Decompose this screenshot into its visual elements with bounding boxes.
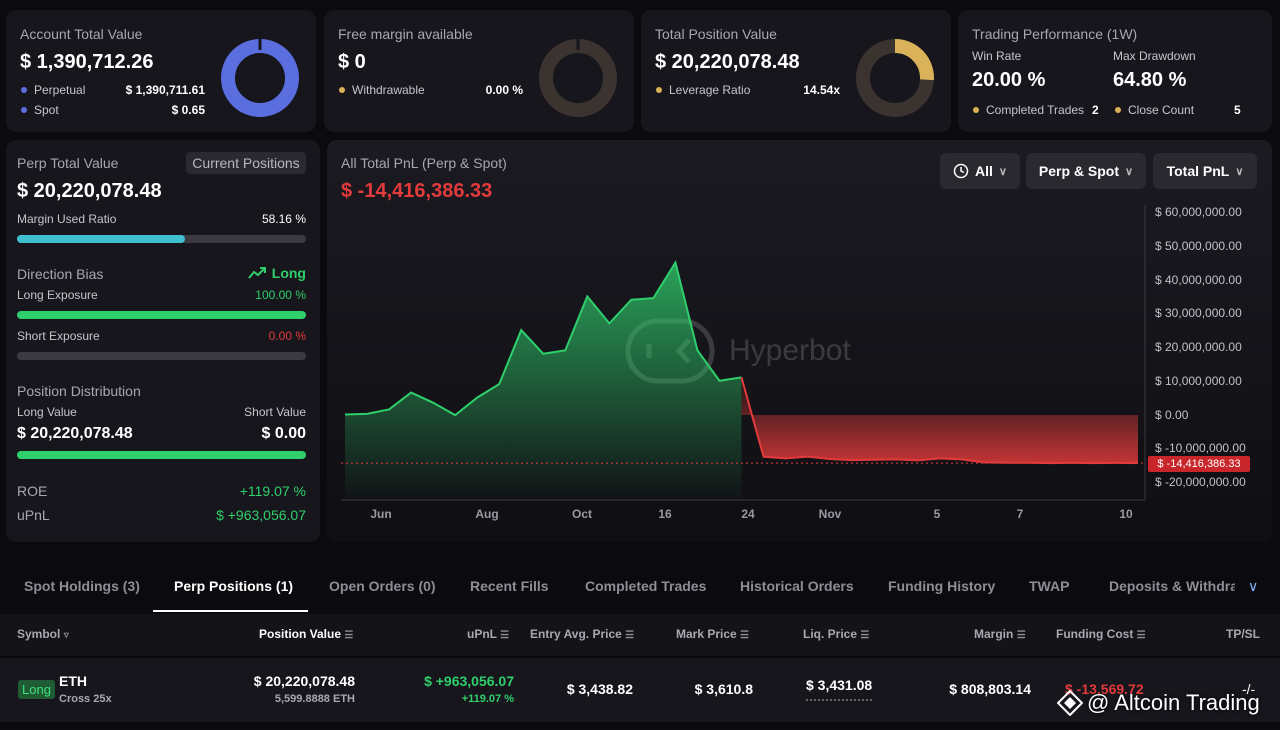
- current-value-tag: $ -14,416,386.33: [1148, 456, 1250, 472]
- x-tick-label: 5: [933, 507, 941, 521]
- header-entry-price[interactable]: Entry Avg. Price ☰: [530, 627, 634, 641]
- sort-icon: ☰: [625, 630, 635, 641]
- header-funding-cost[interactable]: Funding Cost ☰: [1056, 627, 1146, 641]
- x-tick-label: Nov: [818, 507, 842, 521]
- sort-icon: ☰: [1016, 630, 1026, 641]
- y-tick-label: $ 60,000,000.00: [1155, 205, 1242, 219]
- y-tick-label: $ 0.00: [1155, 407, 1189, 422]
- row-liq-price: $ 3,431.08: [806, 677, 873, 701]
- altcoin-watermark-text: @ Altcoin Trading: [1087, 690, 1260, 715]
- header-funding-label: Funding Cost: [1056, 627, 1134, 641]
- sort-icon: ☰: [740, 630, 750, 641]
- y-tick-label: $ -20,000,000.00: [1155, 475, 1246, 489]
- header-symbol-label: Symbol: [17, 627, 61, 641]
- tab-deposits-withdraw[interactable]: Deposits & Withdraw: [1109, 578, 1235, 594]
- diamond-logo-icon: [1057, 690, 1083, 716]
- tab-twap[interactable]: TWAP: [1029, 578, 1069, 594]
- header-upnl-label: uPnL: [467, 627, 497, 641]
- row-symbol[interactable]: ETH: [59, 673, 87, 689]
- header-position-value-label: Position Value: [259, 627, 342, 641]
- header-margin-label: Margin: [974, 627, 1014, 641]
- sort-icon: ☰: [860, 630, 870, 641]
- row-upnl-pct: +119.07 %: [461, 693, 514, 705]
- x-tick-label: 16: [658, 507, 672, 521]
- header-liq-price[interactable]: Liq. Price ☰: [803, 627, 869, 641]
- header-position-value[interactable]: Position Value ☰: [259, 627, 353, 641]
- side-badge: Long: [18, 680, 55, 699]
- y-tick-label: $ -10,000,000.00: [1155, 441, 1246, 456]
- y-tick-label: $ 20,000,000.00: [1155, 340, 1242, 354]
- filter-icon: ▿: [63, 630, 69, 641]
- tab-funding-history[interactable]: Funding History: [888, 578, 995, 594]
- row-mark-price: $ 3,610.8: [694, 681, 753, 697]
- sort-icon: ☰: [344, 630, 354, 641]
- header-liq-label: Liq. Price: [803, 627, 858, 641]
- header-entry-label: Entry Avg. Price: [530, 627, 622, 641]
- tab-recent-fills[interactable]: Recent Fills: [470, 578, 549, 594]
- sort-icon: ☰: [1136, 630, 1146, 641]
- header-upnl[interactable]: uPnL ☰: [467, 627, 509, 641]
- y-tick-label: $ 50,000,000.00: [1155, 238, 1242, 253]
- tab-open-orders[interactable]: Open Orders (0): [329, 578, 436, 594]
- x-tick-label: 10: [1119, 507, 1133, 521]
- header-symbol[interactable]: Symbol ▿: [17, 627, 69, 641]
- tab-spot-holdings[interactable]: Spot Holdings (3): [24, 578, 140, 594]
- row-mode: Cross 25x: [59, 693, 112, 705]
- y-tick-label: $ 40,000,000.00: [1155, 272, 1242, 287]
- altcoin-watermark: @ Altcoin Trading: [1057, 690, 1260, 716]
- header-tpsl[interactable]: TP/SL: [1226, 627, 1260, 641]
- x-tick-label: Jun: [370, 507, 392, 521]
- header-mark-price[interactable]: Mark Price ☰: [676, 627, 749, 641]
- row-position-size: 5,599.8888 ETH: [274, 693, 355, 705]
- active-tab-indicator: [153, 610, 308, 612]
- pnl-negative-area: [741, 377, 1138, 464]
- tab-completed-trades[interactable]: Completed Trades: [585, 578, 706, 594]
- row-position-value: $ 20,220,078.48: [253, 673, 355, 689]
- tab-perp-positions[interactable]: Perp Positions (1): [174, 578, 293, 594]
- row-margin: $ 808,803.14: [949, 681, 1031, 697]
- row-upnl: $ +963,056.07: [424, 673, 514, 689]
- header-margin[interactable]: Margin ☰: [974, 627, 1026, 641]
- y-tick-label: $ 30,000,000.00: [1155, 306, 1242, 321]
- x-tick-label: Aug: [475, 507, 499, 521]
- x-tick-label: Oct: [571, 507, 592, 521]
- row-entry-price: $ 3,438.82: [566, 681, 633, 697]
- y-tick-label: $ 10,000,000.00: [1155, 373, 1242, 388]
- tab-historical-orders[interactable]: Historical Orders: [740, 578, 854, 594]
- sort-icon: ☰: [500, 630, 510, 641]
- header-mark-label: Mark Price: [676, 627, 737, 641]
- tabs-more-chevron-icon[interactable]: ∨: [1248, 578, 1258, 595]
- x-tick-label: 7: [1016, 507, 1024, 521]
- x-tick-label: 24: [741, 507, 755, 521]
